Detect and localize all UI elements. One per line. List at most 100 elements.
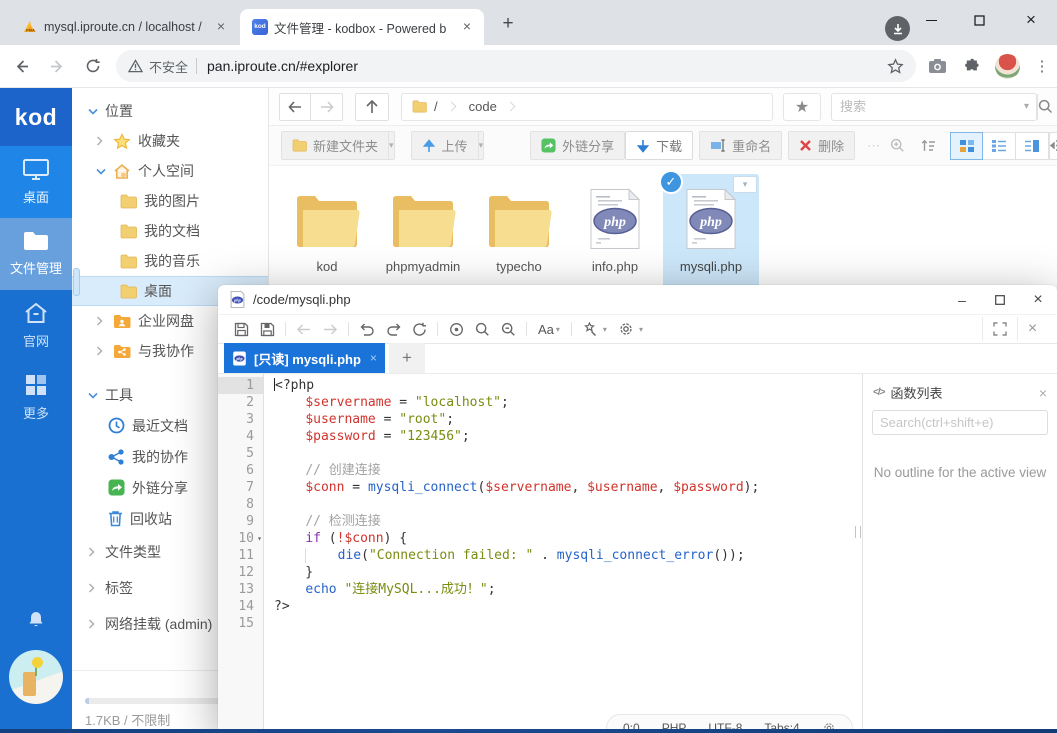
nav-back-button[interactable] [279,93,311,121]
share-link-button[interactable]: 外链分享 [530,131,625,160]
outline-search-box[interactable] [872,410,1048,435]
theme-wand-icon[interactable] [577,317,603,341]
settings-gear-icon[interactable] [613,317,639,341]
delete-button[interactable]: 删除 [788,131,855,160]
nav-up-button[interactable] [355,93,389,121]
tree-section-location[interactable]: 位置 [72,96,268,126]
search-magnifier-icon[interactable] [1037,94,1053,120]
window-maximize-button[interactable] [955,0,1003,40]
chevron-right-icon[interactable] [88,547,98,557]
back-icon[interactable] [6,51,36,81]
selected-check-icon[interactable]: ✓ [659,170,683,194]
rail-item-desktop[interactable]: 桌面 [0,146,72,218]
nav-back-icon[interactable] [291,317,317,341]
tree-item-my-pictures[interactable]: 我的图片 [72,186,268,216]
goto-location-icon[interactable] [443,317,469,341]
rename-button[interactable]: 重命名 [699,131,782,160]
view-grid-button[interactable] [950,132,983,160]
search-input[interactable] [832,99,1024,114]
fullscreen-icon[interactable] [983,317,1017,341]
more-tools-icon[interactable]: ⋯ [867,138,880,154]
breadcrumb-folder[interactable]: code [469,99,497,114]
nav-forward-button[interactable] [311,93,343,121]
upload-button[interactable]: 上传 [411,131,479,160]
chevron-down-icon[interactable] [88,108,98,115]
chevron-right-icon[interactable] [96,136,106,146]
refresh-icon[interactable] [406,317,432,341]
tree-item-personal-space[interactable]: 个人空间 [72,156,268,186]
url-text[interactable]: pan.iproute.cn/#explorer [207,58,887,74]
panel-resize-grip[interactable] [855,526,861,538]
browser-menu-kebab-icon[interactable]: ⋮ [1028,52,1056,80]
search-icon[interactable] [469,317,495,341]
editor-tab-mysqli-php[interactable]: php [只读] mysqli.php × [224,343,385,373]
tree-item-favorites[interactable]: 收藏夹 [72,126,268,156]
view-detail-button[interactable] [1016,132,1049,160]
file-item-typecho[interactable]: typecho [471,174,567,292]
new-tab-button[interactable]: + [496,13,520,37]
tab-close-icon[interactable]: × [370,351,377,365]
font-dropdown-caret[interactable]: ▾ [556,325,560,334]
search-dropdown-caret-icon[interactable]: ▾ [1024,101,1037,112]
chevron-right-icon[interactable] [96,346,106,356]
rail-item-official-site[interactable]: 官网 [0,290,72,362]
chevron-down-icon[interactable] [96,168,106,175]
tree-item-my-documents[interactable]: 我的文档 [72,216,268,246]
tree-item-my-music[interactable]: 我的音乐 [72,246,268,276]
redo-icon[interactable] [380,317,406,341]
tab-close-icon[interactable]: × [458,18,476,36]
security-label[interactable]: 不安全 [149,57,188,76]
new-folder-dropdown-caret[interactable]: ▾ [389,131,395,160]
tree-scrollbar-thumb[interactable] [73,268,80,296]
bookmark-star-icon[interactable] [887,58,904,75]
zoom-icon[interactable] [890,138,905,153]
rail-item-file-manager[interactable]: 文件管理 [0,218,72,290]
chevron-down-icon[interactable] [88,392,98,399]
item-menu-caret-icon[interactable]: ▾ [733,176,757,193]
save-icon[interactable] [228,317,254,341]
file-item-phpmyadmin[interactable]: phpmyadmin [375,174,471,292]
forward-icon[interactable] [42,51,72,81]
screenshot-extension-icon[interactable] [923,52,951,80]
theme-dropdown-caret[interactable]: ▾ [603,325,607,334]
reload-icon[interactable] [78,51,108,81]
editor-close-button[interactable]: × [1019,285,1057,315]
search-box[interactable]: ▾ [831,93,1037,121]
view-list-button[interactable] [983,132,1016,160]
window-minimize-button[interactable] [907,0,955,40]
rail-item-more[interactable]: 更多 [0,362,72,434]
search-replace-icon[interactable] [495,317,521,341]
font-size-icon[interactable]: Aa [532,322,556,337]
outline-search-input[interactable] [873,411,1057,434]
upload-dropdown-caret[interactable]: ▾ [479,131,485,160]
url-omnibox[interactable]: 不安全 pan.iproute.cn/#explorer [116,50,916,82]
file-item-mysqli-php[interactable]: ✓ ▾ php mysqli.php [663,174,759,292]
tab-close-icon[interactable]: × [212,18,230,36]
file-item-info-php[interactable]: php info.php [567,174,663,292]
save-as-icon[interactable] [254,317,280,341]
outline-close-icon[interactable]: × [1039,385,1047,401]
file-item-kod[interactable]: kod [279,174,375,292]
download-button[interactable]: 下载 [625,131,693,160]
nav-forward-icon[interactable] [317,317,343,341]
browser-profile-avatar[interactable] [993,52,1021,80]
extensions-puzzle-icon[interactable] [958,52,986,80]
breadcrumb-root[interactable]: / [434,99,438,114]
editor-minimize-button[interactable]: – [943,285,981,315]
new-folder-button[interactable]: 新建文件夹 [281,131,389,160]
breadcrumb[interactable]: / code [401,93,773,121]
new-editor-tab-button[interactable]: + [389,343,425,373]
chevron-right-icon[interactable] [96,316,106,326]
undo-icon[interactable] [354,317,380,341]
side-panel-toggle-button[interactable] [1049,132,1057,160]
editor-title-bar[interactable]: php /code/mysqli.php – × [218,285,1057,315]
editor-maximize-button[interactable] [981,285,1019,315]
browser-tab-kodbox[interactable]: kod 文件管理 - kodbox - Powered b × [240,9,484,45]
kod-logo[interactable]: kod [0,88,72,146]
chevron-right-icon[interactable] [88,619,98,629]
close-panel-icon[interactable]: × [1017,317,1047,341]
chevron-right-icon[interactable] [88,583,98,593]
code-area[interactable]: <?php $servername = "localhost"; $userna… [264,374,862,733]
notifications-bell-icon[interactable] [0,610,72,628]
window-close-button[interactable]: × [1007,0,1055,40]
